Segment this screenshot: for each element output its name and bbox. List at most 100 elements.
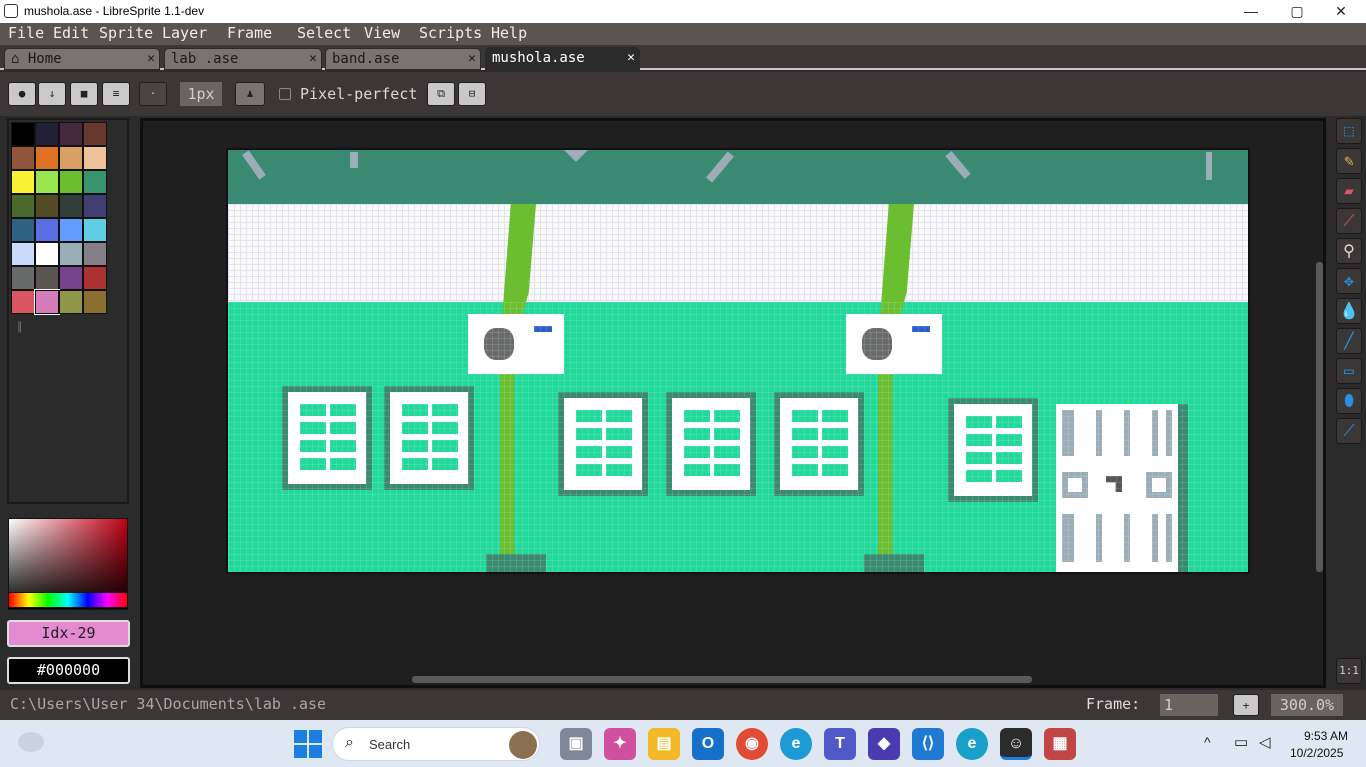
tray-chevron-icon[interactable]: ^: [1204, 734, 1211, 750]
palette-swatch[interactable]: [35, 122, 59, 146]
palette-swatch[interactable]: [59, 194, 83, 218]
eyedropper-tool-icon[interactable]: ⟋: [1336, 208, 1362, 234]
brush-square-icon[interactable]: ■: [70, 82, 98, 106]
menu-view[interactable]: View: [364, 24, 400, 42]
tab-home[interactable]: ⌂ Home ✕: [4, 48, 160, 70]
network-icon[interactable]: ▭: [1234, 733, 1248, 751]
tab-close-icon[interactable]: ✕: [468, 49, 476, 69]
eraser-tool-icon[interactable]: ▰: [1336, 178, 1362, 204]
vertical-scrollbar[interactable]: [1316, 262, 1323, 572]
teams-icon[interactable]: T: [824, 728, 856, 760]
brush-down-icon[interactable]: ↓: [38, 82, 66, 106]
tab-close-icon[interactable]: ✕: [627, 48, 635, 68]
move-tool-icon[interactable]: ✥: [1336, 268, 1362, 294]
palette-swatch[interactable]: [83, 170, 107, 194]
palette-swatch[interactable]: [83, 218, 107, 242]
palette-swatch[interactable]: [59, 242, 83, 266]
maximize-button[interactable]: ▢: [1274, 0, 1320, 23]
menu-help[interactable]: Help: [491, 24, 527, 42]
palette-swatch[interactable]: [35, 170, 59, 194]
zoom-field[interactable]: 300.0%: [1271, 694, 1343, 716]
menu-scripts[interactable]: Scripts: [419, 24, 482, 42]
app-icon[interactable]: ◆: [868, 728, 900, 760]
palette-swatch[interactable]: [11, 266, 35, 290]
zoom-reset-button[interactable]: 1:1: [1336, 658, 1362, 684]
palette-swatch[interactable]: [83, 290, 107, 314]
edge-icon[interactable]: e: [780, 728, 812, 760]
palette-swatch[interactable]: [83, 146, 107, 170]
palette-swatch[interactable]: [59, 170, 83, 194]
palette-swatch[interactable]: [59, 266, 83, 290]
tab-close-icon[interactable]: ✕: [309, 49, 317, 69]
start-windows-icon[interactable]: [294, 730, 322, 758]
palette-swatch[interactable]: [35, 146, 59, 170]
palette-swatch[interactable]: [83, 242, 107, 266]
brush-size-field[interactable]: 1px: [180, 82, 222, 106]
palette-swatch[interactable]: [59, 218, 83, 242]
brush-dot-icon[interactable]: ·: [139, 82, 167, 106]
tab-band[interactable]: band.ase ✕: [325, 48, 481, 70]
task-view-icon[interactable]: ▣: [560, 728, 592, 760]
color-index-button[interactable]: Idx-29: [7, 620, 130, 647]
close-window-button[interactable]: ✕: [1318, 0, 1364, 23]
minimize-button[interactable]: —: [1228, 0, 1274, 23]
palette-swatch[interactable]: [59, 146, 83, 170]
menu-file[interactable]: File: [8, 24, 44, 42]
pixel-perfect-checkbox[interactable]: [279, 88, 291, 100]
palette-swatch[interactable]: [11, 218, 35, 242]
libresprite-taskbar-icon[interactable]: ☺: [1000, 728, 1032, 760]
line-tool-icon[interactable]: ╱: [1336, 328, 1362, 354]
frame-input[interactable]: 1: [1160, 694, 1218, 716]
palette-swatch[interactable]: [83, 194, 107, 218]
menu-select[interactable]: Select: [297, 24, 351, 42]
volume-icon[interactable]: ◁: [1259, 733, 1271, 751]
menu-sprite[interactable]: Sprite: [99, 24, 153, 42]
fill-tool-icon[interactable]: 💧: [1336, 298, 1362, 324]
vscode-icon[interactable]: ⟨⟩: [912, 728, 944, 760]
palette-swatch[interactable]: [83, 122, 107, 146]
clock-date[interactable]: 10/2/2025: [1290, 746, 1343, 760]
brush-round-icon[interactable]: ●: [8, 82, 36, 106]
edge-dev-icon[interactable]: e: [956, 728, 988, 760]
palette-swatch[interactable]: [35, 194, 59, 218]
blob-tool-icon[interactable]: ⬮: [1336, 388, 1362, 414]
chrome-icon[interactable]: ◉: [736, 728, 768, 760]
symmetry-icon[interactable]: ⧉: [427, 82, 455, 106]
add-frame-button[interactable]: +: [1233, 694, 1259, 716]
copilot-icon[interactable]: ✦: [604, 728, 636, 760]
symmetry-options-icon[interactable]: ⊟: [458, 82, 486, 106]
spray-tool-icon[interactable]: ⟋: [1336, 418, 1362, 444]
taskbar-search-box[interactable]: ⌕ Search: [332, 727, 540, 761]
zoom-tool-icon[interactable]: ⚲: [1336, 238, 1362, 264]
palette-swatch[interactable]: [11, 290, 35, 314]
outlook-icon[interactable]: O: [692, 728, 724, 760]
palette-swatch[interactable]: [11, 194, 35, 218]
tab-mushola[interactable]: mushola.ase ✕: [485, 47, 640, 71]
rectangle-tool-icon[interactable]: ▭: [1336, 358, 1362, 384]
palette-swatch[interactable]: [83, 266, 107, 290]
palette-swatch[interactable]: [11, 146, 35, 170]
palette-swatch[interactable]: [11, 170, 35, 194]
hue-slider[interactable]: [8, 592, 128, 608]
weather-icon[interactable]: [18, 732, 44, 752]
menu-frame[interactable]: Frame: [227, 24, 272, 42]
horizontal-scrollbar[interactable]: [412, 676, 1032, 683]
file-explorer-icon[interactable]: ▤: [648, 728, 680, 760]
palette-swatch[interactable]: [35, 218, 59, 242]
palette-swatch[interactable]: [35, 266, 59, 290]
ink-icon[interactable]: ♟: [235, 82, 265, 106]
sprite-canvas[interactable]: [226, 148, 1250, 574]
app2-icon[interactable]: ▦: [1044, 728, 1076, 760]
color-hex-button[interactable]: #000000: [7, 657, 130, 684]
pencil-tool-icon[interactable]: ✎: [1336, 148, 1362, 174]
tab-close-icon[interactable]: ✕: [147, 49, 155, 69]
menu-layer[interactable]: Layer: [162, 24, 207, 42]
palette-swatch[interactable]: [11, 122, 35, 146]
palette-swatch[interactable]: [11, 242, 35, 266]
brush-lines-icon[interactable]: ≡: [102, 82, 130, 106]
palette-swatch[interactable]: [34, 289, 60, 315]
tab-lab[interactable]: lab .ase ✕: [164, 48, 322, 70]
palette-swatch[interactable]: [35, 242, 59, 266]
palette-swatch[interactable]: [59, 122, 83, 146]
clock-time[interactable]: 9:53 AM: [1304, 729, 1348, 743]
